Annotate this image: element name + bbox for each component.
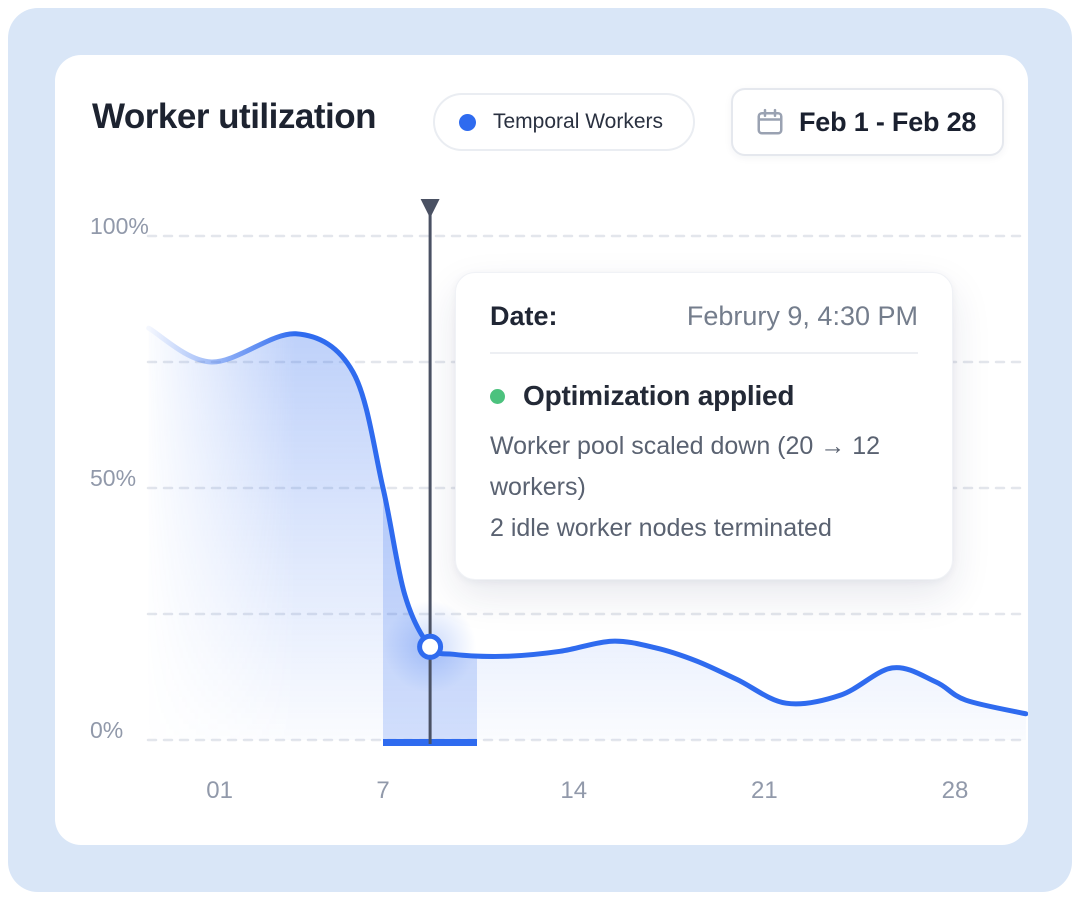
tooltip-body-line: Worker pool scaled down (20 → 12 workers… bbox=[490, 426, 918, 508]
y-axis-label-100: 100% bbox=[90, 213, 149, 239]
worker-utilization-card: Worker utilization Temporal Workers Feb … bbox=[55, 55, 1028, 845]
y-axis-label-50: 50% bbox=[90, 465, 136, 491]
x-axis-label-01: 01 bbox=[206, 777, 233, 804]
tooltip-date-value: Februry 9, 4:30 PM bbox=[687, 301, 918, 332]
x-axis-label-14: 14 bbox=[560, 777, 587, 804]
tooltip-header: Date: Februry 9, 4:30 PM bbox=[490, 301, 918, 354]
x-axis-label-21: 21 bbox=[751, 777, 778, 804]
marker-triangle-icon bbox=[421, 199, 440, 218]
tooltip-body: Worker pool scaled down (20 → 12 workers… bbox=[490, 426, 918, 549]
page-background: Worker utilization Temporal Workers Feb … bbox=[0, 0, 1080, 900]
tooltip-date-label: Date: bbox=[490, 301, 558, 332]
x-axis-label-7: 7 bbox=[376, 777, 389, 804]
marker-point[interactable] bbox=[420, 636, 441, 657]
chart-tooltip: Date: Februry 9, 4:30 PM Optimization ap… bbox=[455, 272, 953, 580]
event-status-dot-icon bbox=[490, 389, 505, 404]
tooltip-event-row: Optimization applied bbox=[490, 380, 918, 412]
dashboard-panel: Worker utilization Temporal Workers Feb … bbox=[8, 8, 1072, 892]
tooltip-body-line: 2 idle worker nodes terminated bbox=[490, 508, 918, 549]
y-axis-label-0: 0% bbox=[90, 717, 123, 743]
tooltip-event-title: Optimization applied bbox=[523, 380, 794, 412]
x-axis-label-28: 28 bbox=[942, 777, 969, 804]
